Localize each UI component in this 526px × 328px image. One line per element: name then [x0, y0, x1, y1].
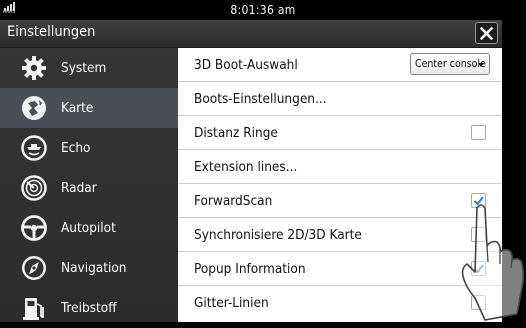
sidebar-item-label: Autopilot [61, 220, 116, 236]
sidebar-item-autopilot[interactable]: Autopilot [0, 208, 178, 248]
setting-label: Gitter-Linien [194, 295, 269, 311]
setting-label: 3D Boot-Auswahl [194, 57, 298, 73]
setting-label: Extension lines... [194, 159, 298, 175]
sidebar-item-echo[interactable]: Echo [0, 128, 178, 168]
sidebar-item-label: Radar [61, 180, 97, 196]
setting-label: Distanz Ringe [194, 125, 278, 141]
distanz-ringe-checkbox[interactable] [471, 125, 486, 140]
close-icon [480, 27, 493, 40]
sidebar-item-label: Navigation [61, 260, 127, 276]
pointing-hand-icon [461, 204, 525, 321]
sidebar-item-system[interactable]: System [0, 48, 178, 88]
setting-row-extension-lines[interactable]: Extension lines... [178, 150, 502, 184]
sidebar-item-label: Treibstoff [61, 300, 117, 316]
boat-select-dropdown[interactable]: Center console [410, 53, 490, 75]
sidebar-item-navigation[interactable]: Navigation [0, 248, 178, 288]
close-button[interactable] [475, 22, 498, 44]
fuel-pump-icon [23, 298, 44, 320]
chart-icon [22, 96, 46, 120]
sidebar-item-label: Echo [61, 140, 91, 156]
setting-label: Synchronisiere 2D/3D Karte [194, 227, 362, 243]
sidebar-item-karte[interactable]: Karte [0, 88, 178, 128]
setting-row-3d-boot-auswahl[interactable]: 3D Boot-Auswahl Center console [178, 48, 502, 82]
chevron-down-icon [478, 63, 484, 67]
setting-label: Popup Information [194, 261, 306, 277]
page-title: Einstellungen [7, 24, 96, 40]
setting-row-boots-einstellungen[interactable]: Boots-Einstellungen... [178, 82, 502, 116]
echo-icon [21, 135, 47, 161]
radar-icon [21, 175, 47, 201]
gear-icon [22, 56, 46, 80]
sidebar: System Karte Echo Radar Autopilot Naviga… [0, 48, 178, 322]
status-bar: ARAS 8:01:36 am [0, 0, 526, 20]
steering-wheel-icon [21, 215, 47, 241]
title-bar: Einstellungen [0, 20, 526, 48]
sidebar-item-treibstoff[interactable]: Treibstoff [0, 288, 178, 328]
setting-label: Boots-Einstellungen... [194, 91, 327, 107]
dropdown-value: Center console [415, 58, 486, 70]
compass-icon [22, 256, 46, 280]
setting-row-distanz-ringe[interactable]: Distanz Ringe [178, 116, 502, 150]
sidebar-item-label: System [61, 60, 107, 76]
sidebar-item-radar[interactable]: Radar [0, 168, 178, 208]
clock: 8:01:36 am [230, 3, 296, 17]
sidebar-item-label: Karte [61, 100, 94, 116]
setting-label: ForwardScan [194, 193, 273, 209]
